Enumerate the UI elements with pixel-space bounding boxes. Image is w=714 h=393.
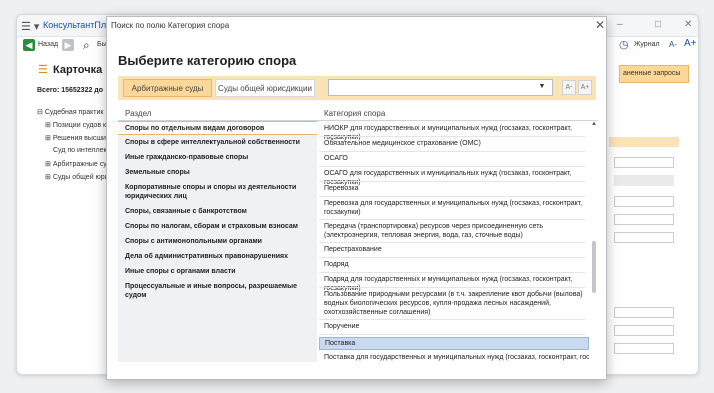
row-divider [319, 151, 585, 152]
tree-item[interactable]: Суд по интеллек [53, 147, 107, 154]
section-list: Споры по отдельным видам договоров Споры… [118, 121, 317, 362]
maximize-button[interactable]: □ [655, 19, 661, 30]
category-dialog: Поиск по полю Категория спора ✕ Выберите… [106, 16, 607, 380]
saved-queries-button[interactable]: аненные запросы [619, 65, 689, 83]
section-item[interactable]: Иные гражданско-правовые споры [118, 153, 317, 162]
category-list: НИОКР для государственных и муниципальны… [319, 121, 591, 362]
back-button[interactable]: Назад [38, 41, 58, 48]
font-smaller-button[interactable]: A- [669, 40, 677, 49]
card-field[interactable] [614, 214, 674, 225]
scroll-thumb[interactable] [592, 241, 596, 293]
card-fields-panel [609, 95, 679, 370]
category-item[interactable]: Перевозка [319, 184, 589, 193]
section-item[interactable]: Корпоративные споры и споры из деятельно… [118, 183, 317, 201]
tree-item[interactable]: ⊞ Позиции судов к [45, 121, 106, 129]
section-item[interactable]: Дела об административных правонарушениях [118, 252, 317, 261]
category-item[interactable]: Поставка для государственных и муниципал… [319, 353, 589, 362]
category-search-input[interactable] [328, 79, 553, 96]
section-header [609, 137, 679, 147]
expand-icon[interactable]: ⊞ [45, 174, 51, 181]
category-item[interactable]: Поручение [319, 322, 589, 331]
card-field[interactable] [614, 175, 674, 186]
category-item[interactable]: Перестрахование [319, 245, 589, 254]
dialog-title: Поиск по полю Категория спора [111, 21, 230, 30]
dropdown-arrow-icon[interactable]: ▼ [537, 83, 547, 93]
category-item[interactable]: Пользование природными ресурсами (в т.ч.… [319, 290, 589, 317]
tab-arbitration-courts[interactable]: Арбитражные суды [123, 79, 212, 97]
row-divider [319, 166, 585, 167]
category-item[interactable]: Перевозка для государственных и муниципа… [319, 199, 589, 217]
search-card-icon: ☰ [38, 64, 48, 76]
history-icon[interactable]: ◷ [619, 38, 629, 51]
section-item[interactable]: Споры, связанные с банкротством [118, 207, 317, 216]
expand-icon[interactable]: ⊞ [45, 161, 51, 168]
card-field[interactable] [614, 307, 674, 318]
tree-item[interactable]: ⊞ Решения высши [45, 134, 106, 142]
row-divider [319, 272, 585, 273]
minimize-button[interactable]: – [617, 19, 623, 30]
tree-item[interactable]: ⊞ Суды общей юри [45, 173, 109, 181]
scroll-up-icon[interactable]: ▲ [591, 121, 597, 127]
category-column-header: Категория спора [324, 109, 386, 118]
section-item[interactable]: Споры по отдельным видам договоров [118, 121, 317, 135]
collapse-icon[interactable]: ⊟ [37, 109, 43, 116]
category-item[interactable]: Подряд [319, 260, 589, 269]
total-count: Всего: 15652322 до [37, 87, 104, 94]
card-field[interactable] [614, 232, 674, 243]
row-divider [319, 219, 585, 220]
card-field[interactable] [614, 196, 674, 207]
journal-button[interactable]: Журнал [634, 41, 660, 48]
card-field[interactable] [614, 157, 674, 168]
section-item[interactable]: Земельные споры [118, 168, 317, 177]
category-scrollbar[interactable]: ▲ [591, 121, 597, 362]
back-arrow-icon[interactable]: ◀ [23, 39, 35, 51]
expand-icon[interactable]: ⊞ [45, 135, 51, 142]
card-field[interactable] [614, 343, 674, 354]
section-column-header: Раздел [125, 109, 152, 118]
hamburger-icon[interactable]: ☰ ▾ [21, 20, 39, 33]
row-divider [319, 136, 585, 137]
category-item[interactable]: Обязательное медицинское страхование (ОМ… [319, 139, 589, 148]
tree-item[interactable]: ⊞ Арбитражные су [45, 160, 107, 168]
category-item-selected[interactable]: Поставка [319, 337, 589, 350]
row-divider [319, 257, 585, 258]
expand-icon[interactable]: ⊞ [45, 122, 51, 129]
section-item[interactable]: Споры в сфере интеллектуальной собственн… [118, 138, 317, 147]
font-larger-button[interactable]: A+ [578, 80, 592, 95]
tab-general-courts[interactable]: Суды общей юрисдикции [215, 79, 315, 97]
close-window-button[interactable]: ✕ [684, 19, 692, 30]
section-item[interactable]: Иные споры с органами власти [118, 267, 317, 276]
row-divider [319, 319, 585, 320]
font-larger-button[interactable]: A+ [684, 38, 697, 49]
close-icon[interactable]: ✕ [595, 18, 605, 32]
section-item[interactable]: Споры с антимонопольными органами [118, 237, 317, 246]
forward-arrow-icon[interactable]: ▶ [62, 39, 74, 51]
category-item[interactable]: ОСАГО [319, 154, 589, 163]
card-field[interactable] [614, 325, 674, 336]
tree-item[interactable]: ⊟ Судебная практик [37, 108, 103, 116]
row-divider [319, 287, 585, 288]
row-divider [319, 196, 585, 197]
section-item[interactable]: Процессуальные и иные вопросы, разрешаем… [118, 282, 317, 300]
row-divider [319, 181, 585, 182]
section-item[interactable]: Споры по налогам, сборам и страховым взн… [118, 222, 317, 231]
row-divider [319, 242, 585, 243]
search-icon[interactable]: ⌕ [83, 38, 90, 53]
category-item[interactable]: Передача (транспортировка) ресурсов чере… [319, 222, 589, 240]
row-divider [319, 334, 585, 335]
font-smaller-button[interactable]: A- [562, 80, 576, 95]
dialog-heading: Выберите категорию спора [118, 53, 297, 68]
